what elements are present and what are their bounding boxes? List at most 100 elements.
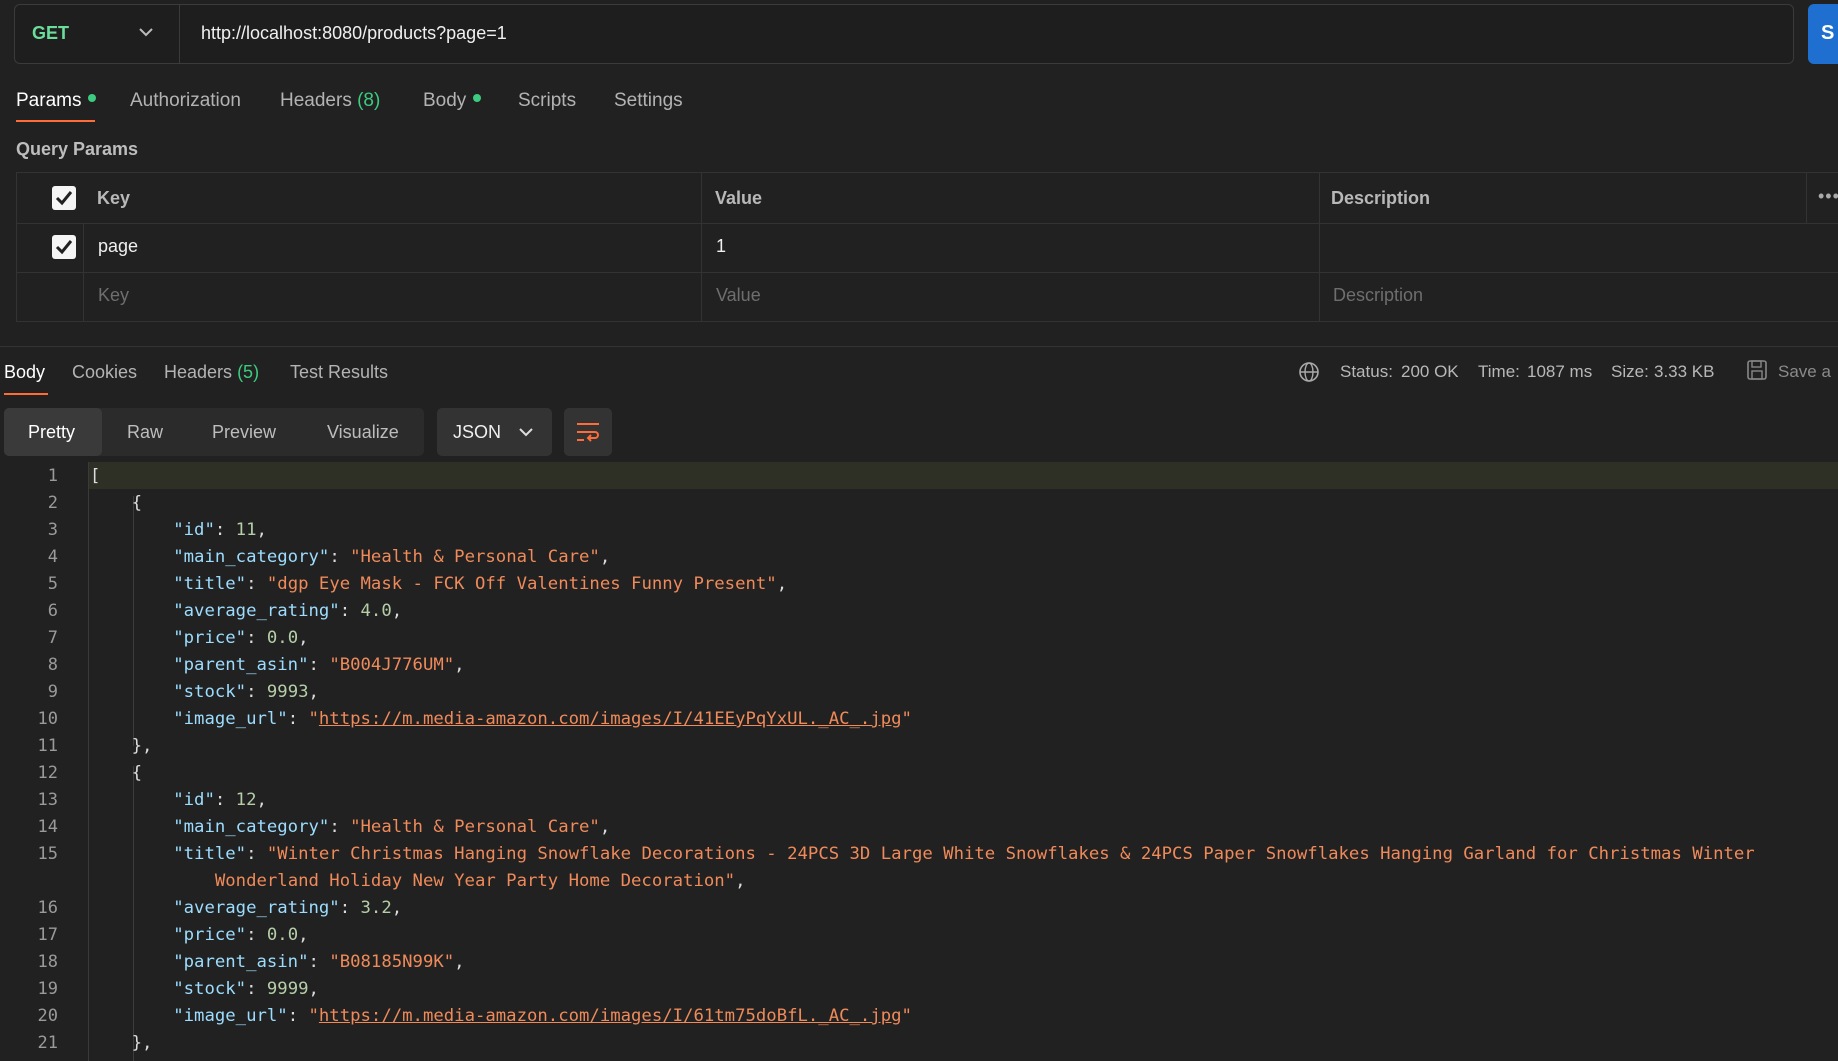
- table-divider: [1319, 172, 1320, 322]
- tab-headers[interactable]: Headers (8): [280, 90, 380, 112]
- tab-authorization[interactable]: Authorization: [130, 90, 241, 112]
- headers-count: (8): [357, 90, 381, 111]
- send-button[interactable]: S: [1808, 4, 1838, 64]
- json-key: "parent_asin": [173, 655, 309, 675]
- line-number: 15: [37, 844, 58, 864]
- json-key: "main_category": [173, 817, 330, 837]
- table-divider: [701, 172, 702, 322]
- table-divider: [1806, 172, 1807, 223]
- wrap-lines-button[interactable]: [564, 408, 612, 456]
- tab-response-body[interactable]: Body: [4, 362, 45, 383]
- code-line: "price": 0.0,: [173, 925, 309, 945]
- param-row-checkbox[interactable]: [52, 235, 76, 259]
- json-value: "Health & Personal Care": [350, 547, 600, 567]
- size-value[interactable]: 3.33 KB: [1654, 362, 1715, 382]
- save-response-button[interactable]: Save a: [1778, 362, 1831, 382]
- code-line: "main_category": "Health & Personal Care…: [173, 817, 611, 837]
- table-divider: [16, 223, 1838, 224]
- body-indicator-dot: [473, 93, 482, 102]
- send-label: S: [1821, 22, 1835, 44]
- line-number: 8: [47, 655, 58, 675]
- code-line: "id": 12,: [173, 790, 267, 810]
- tab-headers-label: Headers: [280, 90, 352, 111]
- code-line: "image_url": "https://m.media-amazon.com…: [173, 1006, 912, 1026]
- line-number: 20: [37, 1006, 58, 1026]
- line-number: 11: [37, 736, 58, 756]
- code-line: Wonderland Holiday New Year Party Home D…: [214, 871, 746, 891]
- line-number: 21: [37, 1033, 58, 1053]
- line-number: 13: [37, 790, 58, 810]
- json-key: "average_rating": [173, 601, 340, 621]
- line-number: 16: [37, 898, 58, 918]
- chevron-down-icon[interactable]: [518, 426, 534, 438]
- more-options-icon[interactable]: •••: [1818, 186, 1838, 207]
- query-params-title: Query Params: [16, 139, 139, 159]
- image-url-link[interactable]: https://m.media-amazon.com/images/I/41EE…: [319, 709, 902, 729]
- pane-divider[interactable]: [0, 346, 1838, 347]
- new-key-input[interactable]: Key: [98, 285, 129, 306]
- json-key: "id": [173, 790, 215, 810]
- time-value[interactable]: 1087 ms: [1527, 362, 1592, 382]
- table-divider: [83, 223, 84, 322]
- tab-test-results[interactable]: Test Results: [290, 362, 388, 383]
- code-line: "parent_asin": "B08185N99K",: [173, 952, 465, 972]
- status-label: Status:: [1340, 362, 1393, 381]
- json-key: "main_category": [173, 547, 330, 567]
- select-all-checkbox[interactable]: [52, 186, 76, 210]
- image-url-link[interactable]: https://m.media-amazon.com/images/I/61tm…: [319, 1006, 902, 1026]
- tab-params[interactable]: Params: [16, 90, 97, 112]
- json-value: 3.2: [360, 898, 392, 918]
- json-value: 9993: [266, 682, 309, 702]
- code-line: "parent_asin": "B004J776UM",: [173, 655, 465, 675]
- param-value-input[interactable]: 1: [716, 236, 726, 257]
- save-icon[interactable]: [1746, 359, 1768, 381]
- status-value[interactable]: 200 OK: [1401, 362, 1459, 382]
- globe-icon[interactable]: [1298, 361, 1320, 383]
- tab-response-headers[interactable]: Headers (5): [164, 362, 259, 383]
- json-key: "title": [173, 574, 247, 594]
- json-key: "stock": [173, 682, 247, 702]
- view-visualize-label: Visualize: [327, 422, 399, 442]
- url-input[interactable]: http://localhost:8080/products?page=1: [201, 23, 507, 44]
- gutter-divider: [88, 462, 89, 1061]
- json-value: 4.0: [360, 601, 392, 621]
- view-pretty-label: Pretty: [28, 422, 76, 442]
- size-label: Size:: [1611, 362, 1649, 381]
- json-key: "average_rating": [173, 898, 340, 918]
- tab-body[interactable]: Body: [423, 90, 482, 112]
- tab-scripts[interactable]: Scripts: [518, 90, 576, 112]
- code-line: "average_rating": 3.2,: [173, 898, 403, 918]
- line-number: 3: [47, 520, 58, 540]
- param-key-input[interactable]: page: [98, 236, 138, 257]
- code-line: },: [90, 1033, 153, 1053]
- view-raw-button[interactable]: Raw: [102, 408, 182, 456]
- json-key: "image_url": [173, 1006, 288, 1026]
- method-label: GET: [32, 23, 70, 43]
- new-description-input[interactable]: Description: [1333, 285, 1423, 306]
- tab-params-label: Params: [16, 90, 82, 111]
- view-visualize-button[interactable]: Visualize: [282, 408, 424, 456]
- line-number: 5: [47, 574, 58, 594]
- json-value: 9999: [266, 979, 309, 999]
- code-line: "stock": 9999,: [173, 979, 319, 999]
- new-value-input[interactable]: Value: [716, 285, 761, 306]
- code-line: "title": "Winter Christmas Hanging Snowf…: [173, 844, 1755, 864]
- code-line: "title": "dgp Eye Mask - FCK Off Valenti…: [173, 574, 788, 594]
- json-value: "Winter Christmas Hanging Snowflake Deco…: [266, 844, 1755, 864]
- query-params-table: [16, 172, 1838, 322]
- line-number: 7: [47, 628, 58, 648]
- tab-settings[interactable]: Settings: [614, 90, 683, 112]
- chevron-down-icon[interactable]: [138, 26, 154, 38]
- code-line: {: [90, 763, 143, 783]
- code-line: "main_category": "Health & Personal Care…: [173, 547, 611, 567]
- view-pretty-button[interactable]: Pretty: [4, 408, 102, 456]
- line-number: 2: [47, 493, 58, 513]
- code-line: {: [90, 493, 143, 513]
- json-key: "price": [173, 925, 247, 945]
- tab-cookies[interactable]: Cookies: [72, 362, 137, 383]
- code-line: "price": 0.0,: [173, 628, 309, 648]
- json-value: 11: [235, 520, 257, 540]
- json-key: "stock": [173, 979, 247, 999]
- json-key: "title": [173, 844, 247, 864]
- view-preview-button[interactable]: Preview: [182, 408, 282, 456]
